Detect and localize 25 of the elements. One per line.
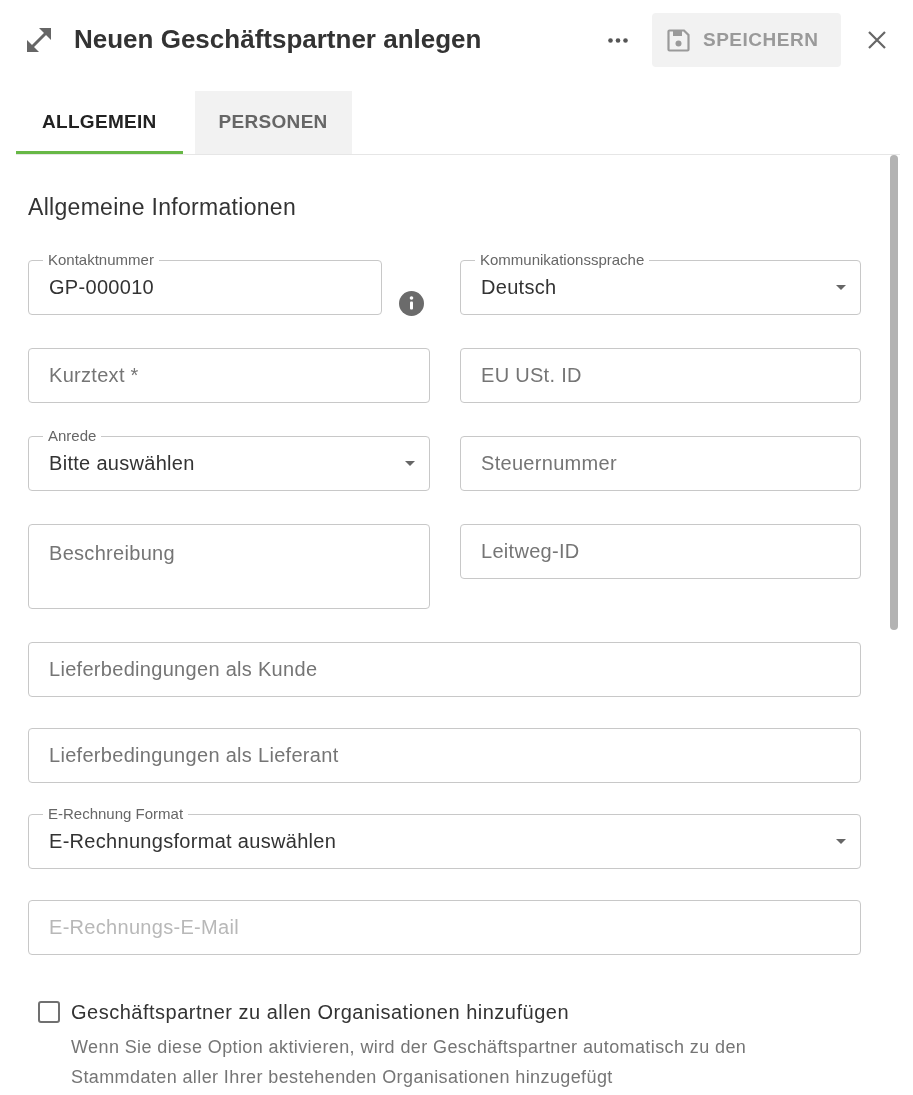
- field-label: Kommunikationssprache: [475, 251, 650, 268]
- info-icon[interactable]: [399, 290, 424, 316]
- dropdown-caret-icon: [405, 460, 415, 466]
- text-field[interactable]: Lieferbedingungen als Lieferant: [28, 727, 861, 783]
- text-field[interactable]: Leitweg-ID: [460, 523, 861, 579]
- expand-icon[interactable]: [26, 27, 52, 53]
- dropdown-caret-icon: [836, 838, 846, 844]
- field-label: Anrede: [43, 427, 102, 444]
- textarea-field[interactable]: Beschreibung: [28, 523, 430, 609]
- text-field[interactable]: Kurztext *: [28, 347, 430, 403]
- field-label: Kontaktnummer: [43, 251, 159, 268]
- tab[interactable]: PERSONEN: [194, 91, 352, 154]
- text-field[interactable]: Lieferbedingungen als Kunde: [28, 641, 861, 697]
- dialog-title: Neuen Geschäftspartner anlegen: [74, 24, 482, 56]
- checkbox[interactable]: [38, 1000, 60, 1023]
- text-field[interactable]: EU USt. ID: [460, 347, 861, 403]
- scrollbar-thumb[interactable]: [890, 155, 898, 630]
- help-text: Wenn Sie diese Option aktivieren, wird der Geschäftspartner automatisch zu den Stammdaten aller Ihrer bestehenden Organisationen hinzugefügt: [71, 1035, 748, 1089]
- field-label: E-Rechnung Format: [43, 805, 189, 822]
- section-title: Allgemeine Informationen: [28, 194, 298, 222]
- close-icon: [868, 31, 886, 49]
- checkbox-label[interactable]: Geschäftspartner zu allen Organisationen hinzufügen: [71, 998, 570, 1025]
- text-field[interactable]: Steuernummer: [460, 435, 861, 491]
- dropdown-caret-icon: [836, 284, 846, 290]
- dots-icon: [608, 37, 628, 43]
